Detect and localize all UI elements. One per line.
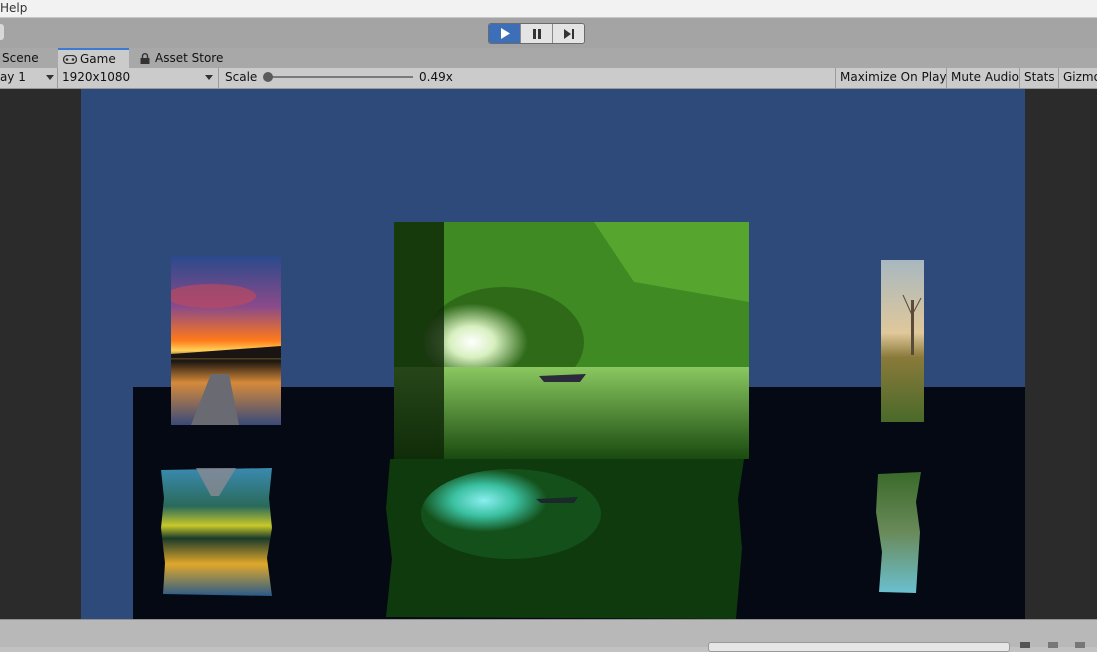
pause-icon	[532, 28, 541, 39]
lock-icon	[140, 53, 150, 64]
panel-control-icon[interactable]	[1020, 642, 1030, 648]
resolution-label: 1920x1080	[62, 70, 131, 84]
maximize-on-play-toggle[interactable]: Maximize On Play	[835, 68, 947, 88]
gamepad-icon	[63, 55, 77, 64]
sunset-dock-photo	[171, 256, 281, 425]
sunset-dock-reflection	[161, 468, 272, 596]
display-label: play 1	[0, 70, 26, 84]
scale-value: 0.49x	[419, 70, 453, 84]
display-dropdown[interactable]: play 1	[0, 68, 58, 88]
main-toolbar	[0, 18, 1097, 48]
search-field[interactable]	[708, 642, 1010, 652]
bottom-panel-bar	[0, 619, 1097, 652]
menu-bar: Help	[0, 0, 1097, 18]
stats-toggle[interactable]: Stats	[1020, 68, 1059, 88]
game-view-controls: play 1 1920x1080 Scale 0.49x Maximize On…	[0, 68, 1097, 89]
resolution-dropdown[interactable]: 1920x1080	[58, 68, 219, 88]
step-icon	[563, 28, 574, 39]
scale-label: Scale	[225, 70, 258, 84]
tab-asset-store[interactable]: Asset Store	[138, 49, 228, 68]
tab-scene-label: Scene	[2, 51, 39, 65]
game-render-area[interactable]	[81, 89, 1025, 619]
tab-game[interactable]: Game	[58, 48, 129, 69]
mute-audio-toggle[interactable]: Mute Audio	[946, 68, 1020, 88]
menu-help[interactable]: Help	[0, 0, 27, 16]
scale-slider-handle[interactable]	[263, 72, 273, 82]
maximize-on-play-label: Maximize On Play	[840, 70, 947, 84]
step-button[interactable]	[553, 24, 584, 43]
tab-game-label: Game	[80, 52, 116, 66]
panel-control-icon[interactable]	[1048, 642, 1058, 648]
mute-audio-label: Mute Audio	[951, 70, 1019, 84]
scale-slider[interactable]	[263, 72, 413, 82]
tab-asset-store-label: Asset Store	[155, 51, 224, 65]
chevron-down-icon	[46, 75, 54, 80]
play-button[interactable]	[489, 24, 521, 43]
play-controls	[488, 23, 585, 44]
windmill-reflection	[876, 472, 921, 593]
forest-lake-reflection	[386, 459, 744, 619]
panel-control-icon[interactable]	[1075, 642, 1085, 648]
play-icon	[500, 28, 510, 39]
gizmos-label: Gizmo	[1063, 70, 1097, 84]
windmill-field-photo	[881, 260, 924, 422]
forest-lake-boat-photo	[394, 222, 749, 459]
view-tab-bar: Scene Game Asset Store	[0, 48, 1097, 69]
chevron-down-icon	[205, 75, 213, 80]
gizmos-dropdown[interactable]: Gizmo	[1059, 68, 1097, 88]
game-viewport	[0, 89, 1097, 619]
pause-button[interactable]	[521, 24, 553, 43]
tab-scene[interactable]: Scene	[2, 49, 56, 68]
toolbar-left-button[interactable]	[0, 24, 4, 40]
stats-label: Stats	[1024, 70, 1055, 84]
